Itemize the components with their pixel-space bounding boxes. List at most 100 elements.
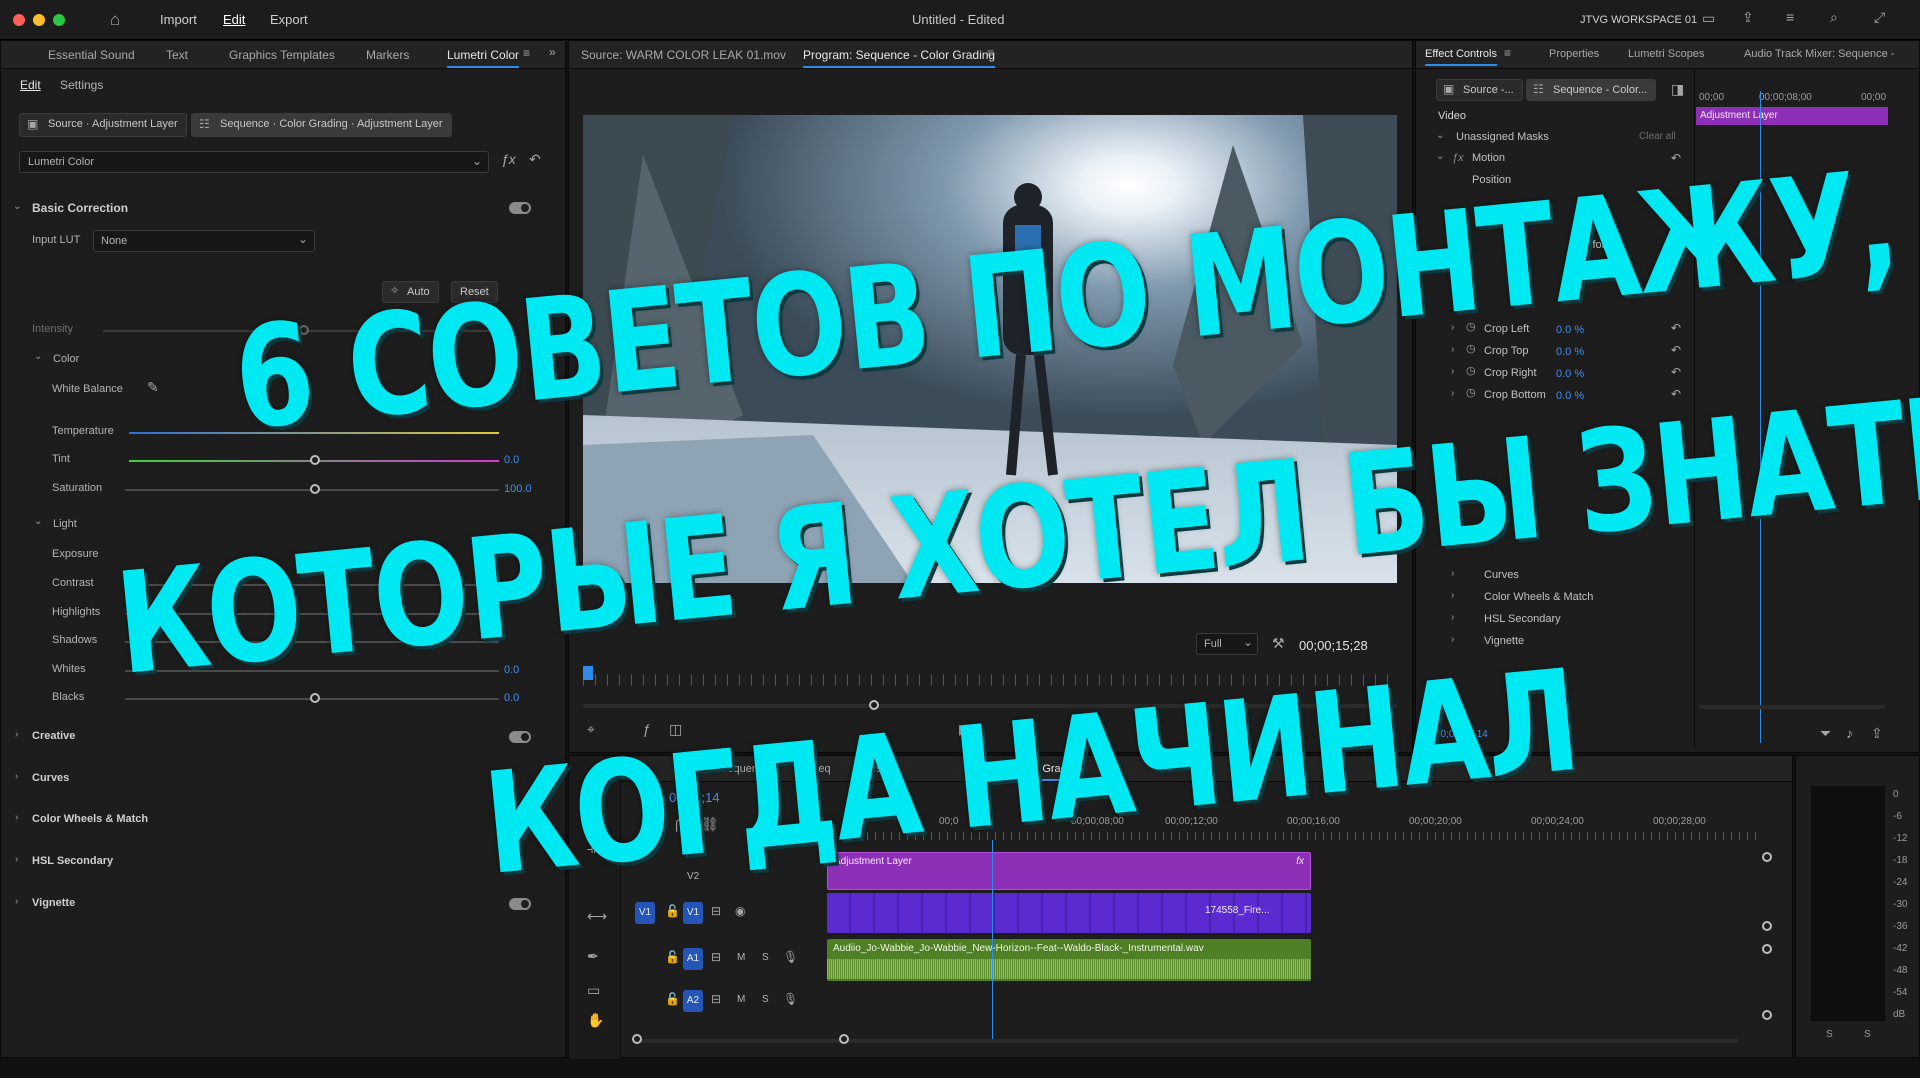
menu-import[interactable]: Import bbox=[160, 12, 197, 27]
effect-select[interactable]: Lumetri Color ⌄ bbox=[19, 151, 489, 173]
section-color-wheels[interactable]: Color Wheels & Match bbox=[32, 813, 148, 825]
tab-lumetri-scopes[interactable]: Lumetri Scopes bbox=[1628, 48, 1704, 60]
rectangle-tool-icon[interactable]: ▭ bbox=[587, 982, 600, 999]
section-hsl-secondary[interactable]: HSL Secondary bbox=[32, 855, 113, 867]
solo-a2-button[interactable]: S bbox=[762, 994, 769, 1005]
search-icon[interactable]: ⌕ bbox=[1830, 9, 1838, 26]
tab-essential-sound[interactable]: Essential Sound bbox=[48, 48, 135, 62]
more-tabs-icon[interactable]: » bbox=[549, 45, 556, 59]
chevron-down-icon[interactable]: ⌄ bbox=[13, 201, 21, 212]
crop-right-value[interactable]: 0.0 % bbox=[1556, 368, 1584, 380]
track-a2[interactable]: A2 bbox=[683, 990, 703, 1012]
reset-icon[interactable]: ↶ bbox=[1671, 343, 1681, 357]
ec-sequence-button[interactable]: ☷ Sequence - Color... bbox=[1526, 79, 1657, 101]
stopwatch-icon[interactable]: ◷ bbox=[1466, 342, 1476, 355]
track-a1[interactable]: A1 bbox=[683, 948, 703, 970]
track-v1[interactable]: V1 bbox=[683, 902, 703, 924]
tab-text[interactable]: Text bbox=[166, 48, 188, 62]
timeline-h-scrollbar[interactable] bbox=[639, 1039, 1739, 1043]
source-clip-button[interactable]: ▣ Source · Adjustment Layer bbox=[19, 113, 187, 137]
chevron-right-icon[interactable]: › bbox=[1451, 388, 1454, 399]
clear-all-button[interactable]: Clear all bbox=[1639, 131, 1676, 142]
audio-v-scroll-top[interactable] bbox=[1762, 944, 1772, 954]
section-creative[interactable]: Creative bbox=[32, 730, 75, 742]
chevron-down-icon[interactable]: ⌄ bbox=[1436, 151, 1444, 162]
chevron-right-icon[interactable]: › bbox=[1451, 612, 1454, 623]
basic-correction-toggle[interactable] bbox=[509, 202, 531, 214]
blacks-value[interactable]: 0.0 bbox=[504, 692, 519, 704]
light-section-label[interactable]: Light bbox=[53, 518, 77, 530]
tab-audio-track-mixer[interactable]: Audio Track Mixer: Sequence - bbox=[1744, 48, 1894, 60]
chevron-right-icon[interactable]: › bbox=[1451, 634, 1454, 645]
chevron-right-icon[interactable]: › bbox=[1451, 344, 1454, 355]
tab-graphics-templates[interactable]: Graphics Templates bbox=[229, 48, 335, 62]
wrench-icon[interactable]: ⚒ bbox=[1272, 635, 1285, 652]
ec-source-button[interactable]: ▣ Source -... bbox=[1436, 79, 1523, 101]
ec-section-color-wheels[interactable]: Color Wheels & Match bbox=[1484, 591, 1593, 603]
solo-a1-button[interactable]: S bbox=[762, 952, 769, 963]
program-timecode[interactable]: 00;00;15;28 bbox=[1299, 638, 1368, 653]
ec-scrollbar[interactable] bbox=[1699, 705, 1885, 709]
sequence-clip-button[interactable]: ☷ Sequence · Color Grading · Adjustment … bbox=[191, 113, 452, 137]
fire-video-clip[interactable]: 174558_Fire... bbox=[827, 893, 1311, 933]
unassigned-masks-label[interactable]: Unassigned Masks bbox=[1456, 131, 1549, 143]
audio-v-scroll-bottom[interactable] bbox=[1762, 1010, 1772, 1020]
eye-icon[interactable]: ◉ bbox=[735, 904, 745, 918]
fullscreen-icon[interactable]: ⤢ bbox=[1874, 9, 1885, 26]
export-icon[interactable]: ⇪ bbox=[1871, 725, 1883, 742]
reset-icon[interactable]: ↶ bbox=[1671, 365, 1681, 379]
workspace-label[interactable]: JTVG WORKSPACE 01 bbox=[1580, 14, 1697, 26]
microphone-icon[interactable]: 🎙 bbox=[783, 992, 798, 1006]
menu-lines-icon[interactable]: ≡ bbox=[1786, 9, 1794, 25]
color-section-label[interactable]: Color bbox=[53, 353, 79, 365]
meter-solo-left[interactable]: S bbox=[1826, 1029, 1833, 1040]
saturation-value[interactable]: 100.0 bbox=[504, 483, 532, 495]
home-icon[interactable]: ⌂ bbox=[110, 10, 120, 30]
tab-properties[interactable]: Properties bbox=[1549, 48, 1599, 60]
zoom-select[interactable]: Full ⌄ bbox=[1196, 633, 1258, 655]
lock-icon[interactable]: 🔓 bbox=[665, 904, 680, 918]
fx-icon[interactable]: ƒx bbox=[501, 151, 516, 167]
sync-lock-icon[interactable]: ⊟ bbox=[711, 992, 721, 1006]
lock-icon[interactable]: 🔓 bbox=[665, 992, 680, 1006]
toggle-timeline-view-icon[interactable]: ◨ bbox=[1671, 81, 1684, 98]
sync-lock-icon[interactable]: ⊟ bbox=[711, 950, 721, 964]
hand-tool-icon[interactable]: ✋ bbox=[587, 1012, 604, 1029]
subtab-edit[interactable]: Edit bbox=[20, 78, 41, 92]
filter-icon[interactable]: ⏷ bbox=[1820, 725, 1831, 742]
chevron-right-icon[interactable]: › bbox=[15, 896, 18, 907]
slip-tool-icon[interactable]: ⟷ bbox=[587, 908, 607, 925]
tab-lumetri-color[interactable]: Lumetri Color bbox=[447, 48, 520, 68]
tint-knob[interactable] bbox=[310, 455, 320, 465]
input-lut-select[interactable]: None ⌄ bbox=[93, 230, 315, 252]
microphone-icon[interactable]: 🎙 bbox=[783, 950, 798, 964]
panel-menu-icon[interactable]: ≡ bbox=[1504, 46, 1511, 60]
timeline-scroll-start[interactable] bbox=[632, 1034, 642, 1044]
panel-menu-icon[interactable]: ≡ bbox=[987, 46, 994, 60]
ec-adjustment-clip[interactable]: Adjustment Layer bbox=[1696, 107, 1888, 125]
tint-value[interactable]: 0.0 bbox=[504, 454, 519, 466]
mute-a1-button[interactable]: M bbox=[737, 952, 745, 963]
panel-menu-icon[interactable]: ≡ bbox=[523, 46, 530, 60]
close-window-button[interactable] bbox=[13, 14, 25, 26]
pen-tool-icon[interactable]: ✒ bbox=[587, 948, 599, 965]
audio-scrub-icon[interactable]: ♪ bbox=[1846, 725, 1853, 741]
video-v-scroll-bottom[interactable] bbox=[1762, 921, 1772, 931]
tab-source-monitor[interactable]: Source: WARM COLOR LEAK 01.mov bbox=[581, 48, 786, 62]
ec-section-hsl[interactable]: HSL Secondary bbox=[1484, 613, 1561, 625]
sync-lock-icon[interactable]: ⊟ bbox=[711, 904, 721, 918]
audio-clip[interactable]: Audiio_Jo-Wabbie_Jo-Wabbie_New-Horizon--… bbox=[827, 939, 1311, 981]
panel-layout-icon[interactable]: ▭ bbox=[1702, 10, 1715, 27]
subtab-settings[interactable]: Settings bbox=[60, 78, 103, 92]
menu-export[interactable]: Export bbox=[270, 12, 308, 27]
motion-label[interactable]: Motion bbox=[1472, 152, 1505, 164]
chevron-right-icon[interactable]: › bbox=[15, 854, 18, 865]
tab-program-monitor[interactable]: Program: Sequence - Color Grading bbox=[803, 48, 996, 68]
playhead-handle[interactable] bbox=[583, 666, 593, 680]
reset-effect-icon[interactable]: ↶ bbox=[529, 151, 541, 168]
tab-markers[interactable]: Markers bbox=[366, 48, 409, 62]
blacks-knob[interactable] bbox=[310, 693, 320, 703]
section-curves[interactable]: Curves bbox=[32, 772, 69, 784]
source-patch-v1[interactable]: V1 bbox=[635, 902, 655, 924]
mute-a2-button[interactable]: M bbox=[737, 994, 745, 1005]
